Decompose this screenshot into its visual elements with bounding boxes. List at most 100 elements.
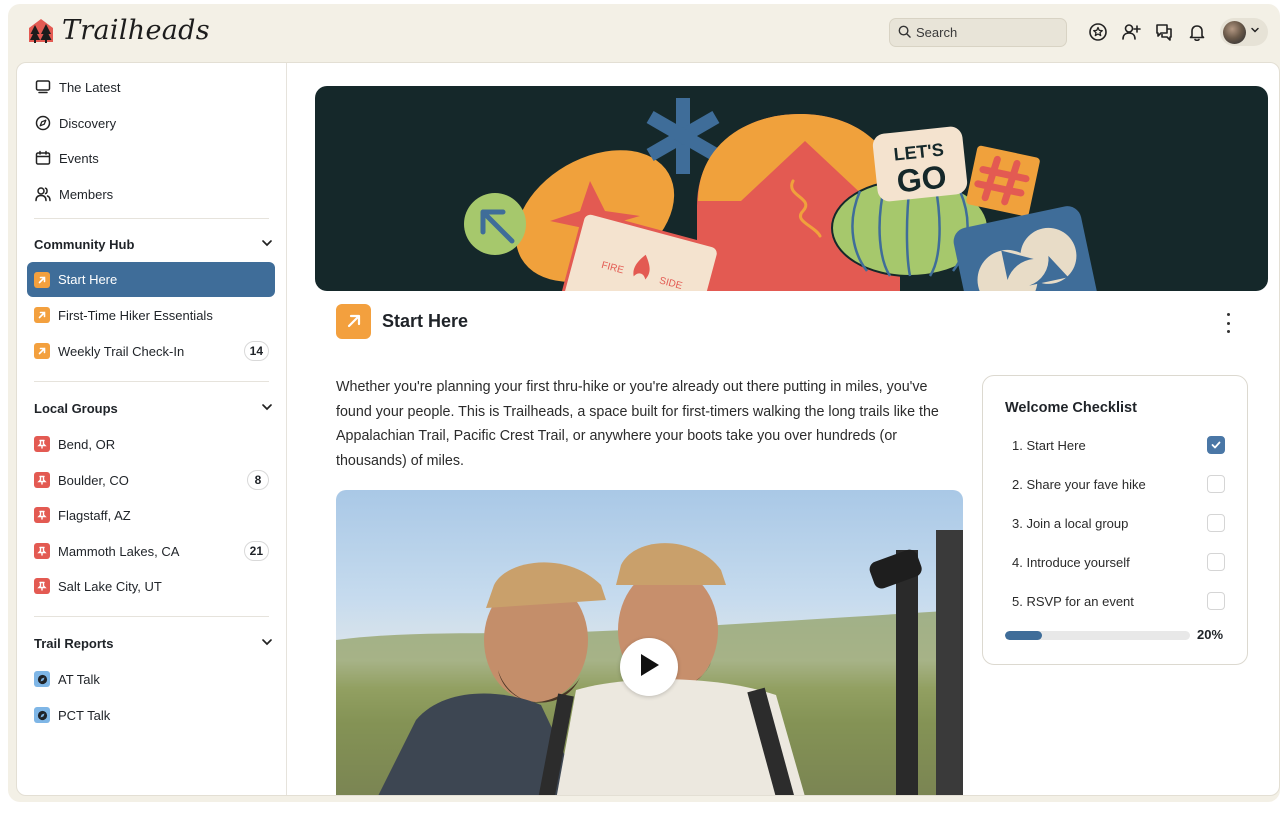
badge-star-icon[interactable] bbox=[1088, 22, 1108, 42]
content-panel: The Latest Discovery Events Members Comm… bbox=[16, 62, 1280, 796]
pin-icon bbox=[34, 472, 50, 488]
check-icon bbox=[1211, 441, 1221, 449]
checkbox[interactable] bbox=[1207, 514, 1225, 532]
sidebar-divider bbox=[34, 218, 269, 219]
section-title: Local Groups bbox=[34, 400, 118, 416]
sidebar-item-at-talk[interactable]: AT Talk bbox=[27, 662, 275, 696]
section-header-local-groups[interactable]: Local Groups bbox=[34, 397, 274, 419]
sidebar-item-bend-or[interactable]: Bend, OR bbox=[27, 427, 275, 461]
calendar-icon bbox=[34, 150, 51, 167]
sidebar-item-members[interactable]: Members bbox=[27, 177, 275, 211]
sidebar-item-first-time-hiker-essentials[interactable]: First-Time Hiker Essentials bbox=[27, 298, 275, 332]
sidebar-item-label: Boulder, CO bbox=[58, 472, 129, 488]
sidebar-item-label: AT Talk bbox=[58, 671, 100, 687]
search-icon bbox=[898, 25, 911, 41]
search-box[interactable] bbox=[889, 18, 1067, 47]
sidebar: The Latest Discovery Events Members Comm… bbox=[17, 63, 287, 795]
pin-icon bbox=[34, 578, 50, 594]
header-actions bbox=[1088, 18, 1268, 46]
compass-icon bbox=[34, 115, 51, 132]
section-title: Community Hub bbox=[34, 236, 135, 252]
sidebar-item-label: Discovery bbox=[59, 115, 117, 131]
app-frame: Trailheads Search The Latest Discovery E… bbox=[8, 4, 1280, 802]
unread-count-badge: 8 bbox=[247, 470, 269, 490]
page-header: Start Here bbox=[336, 303, 1246, 339]
trees-logo-icon bbox=[26, 16, 56, 46]
monitor-icon bbox=[34, 79, 51, 96]
sidebar-item-salt-lake-city-ut[interactable]: Salt Lake City, UT bbox=[27, 569, 275, 603]
section-title: Trail Reports bbox=[34, 635, 114, 651]
section-header-community-hub[interactable]: Community Hub bbox=[34, 233, 274, 255]
sidebar-item-label: First-Time Hiker Essentials bbox=[58, 307, 213, 323]
checklist-item-label: 5. RSVP for an event bbox=[1012, 593, 1134, 609]
checkbox[interactable] bbox=[1207, 475, 1225, 493]
pin-icon bbox=[34, 507, 50, 523]
search-input[interactable] bbox=[916, 25, 1056, 40]
sidebar-item-weekly-trail-check-in[interactable]: Weekly Trail Check-In 14 bbox=[27, 334, 275, 368]
section-header-trail-reports[interactable]: Trail Reports bbox=[34, 632, 274, 654]
checklist-item[interactable]: 4. Introduce yourself bbox=[1012, 551, 1225, 573]
sidebar-item-label: Bend, OR bbox=[58, 436, 116, 452]
sidebar-divider bbox=[34, 616, 269, 617]
sidebar-item-label: Members bbox=[59, 186, 114, 202]
sidebar-item-label: PCT Talk bbox=[58, 707, 111, 723]
chevron-down-icon[interactable] bbox=[260, 236, 274, 253]
top-bar: Trailheads bbox=[8, 4, 1280, 60]
checkbox[interactable] bbox=[1207, 553, 1225, 571]
sidebar-item-label: Events bbox=[59, 150, 99, 166]
page-title: Start Here bbox=[382, 310, 469, 331]
play-icon bbox=[638, 653, 660, 682]
sidebar-item-events[interactable]: Events bbox=[27, 141, 275, 175]
add-user-icon[interactable] bbox=[1121, 22, 1141, 42]
sidebar-item-discovery[interactable]: Discovery bbox=[27, 106, 275, 140]
play-button[interactable] bbox=[620, 638, 678, 696]
sticker-go-text: GO bbox=[895, 158, 948, 199]
progress-percent: 20% bbox=[1197, 627, 1224, 642]
checklist-item[interactable]: 2. Share your fave hike bbox=[1012, 473, 1225, 495]
checklist-item[interactable]: 1. Start Here bbox=[1012, 434, 1225, 456]
sidebar-item-label: The Latest bbox=[59, 79, 121, 95]
checklist-item-label: 3. Join a local group bbox=[1012, 515, 1129, 531]
chevron-down-icon bbox=[1249, 23, 1261, 41]
bell-icon[interactable] bbox=[1187, 22, 1207, 42]
compass-icon bbox=[34, 707, 50, 723]
sidebar-item-label: Start Here bbox=[58, 272, 118, 287]
main-content: FIRE SIDE LET'S GO Start Here Whether yo… bbox=[288, 63, 1279, 795]
checkbox[interactable] bbox=[1207, 592, 1225, 610]
sidebar-divider bbox=[34, 381, 269, 382]
arrow-up-right-icon bbox=[34, 271, 50, 288]
members-icon bbox=[34, 186, 51, 203]
checklist-item[interactable]: 5. RSVP for an event bbox=[1012, 590, 1225, 612]
avatar bbox=[1223, 20, 1246, 44]
sidebar-item-the-latest[interactable]: The Latest bbox=[27, 70, 275, 104]
chat-icon[interactable] bbox=[1154, 22, 1174, 42]
sidebar-item-boulder-co[interactable]: Boulder, CO 8 bbox=[27, 463, 275, 497]
checklist-item-label: 1. Start Here bbox=[1012, 437, 1086, 453]
welcome-checklist: Welcome Checklist 1. Start Here 2. Share… bbox=[982, 375, 1248, 665]
pin-icon bbox=[34, 436, 50, 452]
checklist-item-label: 2. Share your fave hike bbox=[1012, 476, 1146, 492]
more-options-icon[interactable] bbox=[1223, 313, 1233, 333]
account-menu-button[interactable] bbox=[1220, 18, 1268, 46]
checklist-item[interactable]: 3. Join a local group bbox=[1012, 512, 1225, 534]
pin-icon bbox=[34, 543, 50, 559]
logo[interactable]: Trailheads bbox=[26, 15, 210, 46]
sidebar-item-label: Flagstaff, AZ bbox=[58, 507, 131, 523]
unread-count-badge: 14 bbox=[243, 341, 269, 361]
checkbox-checked[interactable] bbox=[1207, 436, 1225, 454]
chevron-down-icon[interactable] bbox=[260, 635, 274, 652]
sidebar-item-label: Weekly Trail Check-In bbox=[58, 343, 185, 359]
sidebar-item-flagstaff-az[interactable]: Flagstaff, AZ bbox=[27, 498, 275, 532]
sidebar-item-label: Mammoth Lakes, CA bbox=[58, 543, 180, 559]
intro-text: Whether you're planning your first thru-… bbox=[336, 379, 939, 469]
arrow-up-right-icon bbox=[34, 343, 50, 359]
chevron-down-icon[interactable] bbox=[260, 400, 274, 417]
sidebar-item-mammoth-lakes-ca[interactable]: Mammoth Lakes, CA 21 bbox=[27, 534, 275, 568]
progress-fill bbox=[1005, 631, 1042, 640]
hero-banner: FIRE SIDE LET'S GO bbox=[315, 86, 1268, 291]
sidebar-item-pct-talk[interactable]: PCT Talk bbox=[27, 698, 275, 732]
checklist-title: Welcome Checklist bbox=[1005, 400, 1137, 416]
sidebar-item-start-here[interactable]: Start Here bbox=[27, 262, 275, 297]
video-player[interactable] bbox=[336, 490, 963, 795]
arrow-up-right-icon bbox=[34, 307, 50, 323]
